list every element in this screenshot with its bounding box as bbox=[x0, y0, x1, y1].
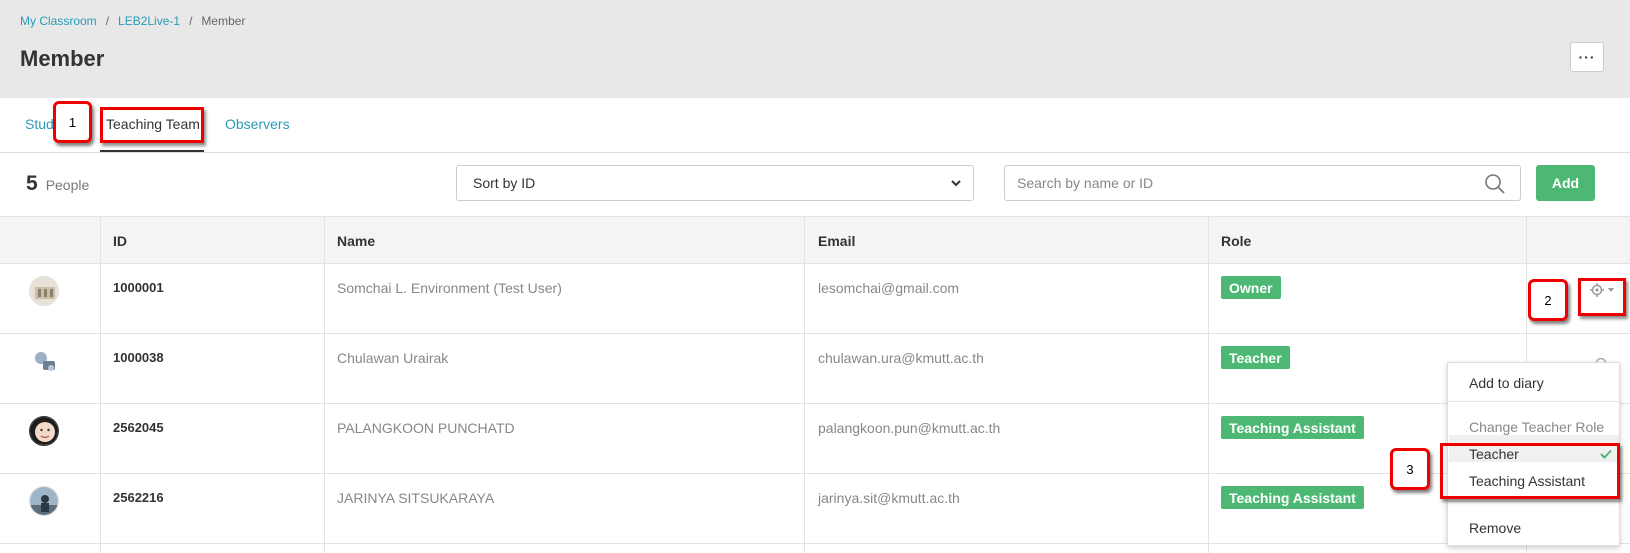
avatar bbox=[29, 346, 59, 376]
search-input[interactable] bbox=[1017, 175, 1457, 191]
column-header-email[interactable]: Email bbox=[818, 233, 855, 249]
breadcrumb-my-classroom[interactable]: My Classroom bbox=[20, 14, 97, 28]
member-email: chulawan.ura@kmutt.ac.th bbox=[818, 350, 984, 366]
member-name: JARINYA SITSUKARAYA bbox=[337, 490, 495, 506]
member-name: PALANGKOON PUNCHATD bbox=[337, 420, 515, 436]
menu-divider bbox=[1448, 401, 1619, 402]
tab-students[interactable]: Stud bbox=[25, 116, 54, 132]
member-id: 1000038 bbox=[113, 350, 164, 365]
table-row: 1000038 Chulawan Urairak chulawan.ura@km… bbox=[0, 334, 1630, 404]
menu-header-change-role: Change Teacher Role bbox=[1469, 419, 1605, 435]
table-row: 2562045 PALANGKOON PUNCHATD palangkoon.p… bbox=[0, 404, 1630, 474]
people-count-number: 5 bbox=[26, 172, 38, 195]
avatar bbox=[29, 416, 59, 446]
role-badge: Teacher bbox=[1221, 346, 1290, 369]
member-id: 1000001 bbox=[113, 280, 164, 295]
breadcrumb-separator: / bbox=[189, 14, 193, 28]
annotation-callout-1: 1 bbox=[53, 101, 92, 143]
breadcrumb-separator: / bbox=[105, 14, 110, 28]
breadcrumb-course[interactable]: LEB2Live-1 bbox=[118, 14, 180, 28]
member-name: Chulawan Urairak bbox=[337, 350, 449, 366]
sort-select[interactable]: Sort by ID bbox=[456, 165, 974, 201]
tab-bar: Stud Teaching Team Observers bbox=[0, 98, 1630, 153]
add-member-button[interactable]: Add bbox=[1536, 165, 1595, 201]
member-email: lesomchai@gmail.com bbox=[818, 280, 960, 296]
member-id: 2562216 bbox=[113, 490, 164, 505]
table-row: 2562216 JARINYA SITSUKARAYA jarinya.sit@… bbox=[0, 474, 1630, 544]
column-header-name[interactable]: Name bbox=[337, 233, 375, 249]
avatar bbox=[29, 276, 59, 306]
active-tab-indicator bbox=[100, 150, 204, 152]
menu-divider bbox=[1448, 501, 1619, 502]
table-row: 1000001 Somchai L. Environment (Test Use… bbox=[0, 264, 1630, 334]
people-count: 5 People bbox=[26, 172, 89, 196]
tab-observers[interactable]: Observers bbox=[225, 116, 290, 132]
member-id: 2562045 bbox=[113, 420, 164, 435]
member-email: jarinya.sit@kmutt.ac.th bbox=[818, 490, 960, 506]
breadcrumb: My Classroom / LEB2Live-1 / Member bbox=[20, 14, 245, 28]
avatar bbox=[29, 486, 59, 516]
search-icon[interactable] bbox=[1484, 173, 1506, 195]
annotation-callout-2: 2 bbox=[1528, 279, 1568, 321]
menu-item-remove[interactable]: Remove bbox=[1469, 520, 1521, 536]
people-count-label: People bbox=[45, 177, 90, 193]
role-badge: Teaching Assistant bbox=[1221, 486, 1364, 509]
breadcrumb-current: Member bbox=[201, 14, 246, 28]
column-header-id[interactable]: ID bbox=[113, 233, 127, 249]
role-badge: Teaching Assistant bbox=[1221, 416, 1364, 439]
chevron-down-icon bbox=[951, 180, 961, 187]
annotation-highlight-tab bbox=[100, 107, 204, 143]
page-header: My Classroom / LEB2Live-1 / Member Membe… bbox=[0, 0, 1630, 98]
annotation-highlight-gear bbox=[1578, 278, 1626, 316]
more-options-button[interactable]: ··· bbox=[1570, 42, 1604, 72]
table-header: ID Name Email Role bbox=[0, 216, 1630, 264]
annotation-highlight-roles bbox=[1440, 443, 1620, 499]
member-email: palangkoon.pun@kmutt.ac.th bbox=[818, 420, 1001, 436]
search-box bbox=[1004, 165, 1521, 201]
sort-select-value: Sort by ID bbox=[473, 175, 536, 191]
page-title: Member bbox=[20, 46, 105, 71]
member-name: Somchai L. Environment (Test User) bbox=[337, 280, 562, 296]
column-header-role[interactable]: Role bbox=[1221, 233, 1251, 249]
role-badge: Owner bbox=[1221, 276, 1281, 299]
annotation-callout-3: 3 bbox=[1390, 448, 1430, 490]
menu-item-add-to-diary[interactable]: Add to diary bbox=[1469, 375, 1544, 391]
